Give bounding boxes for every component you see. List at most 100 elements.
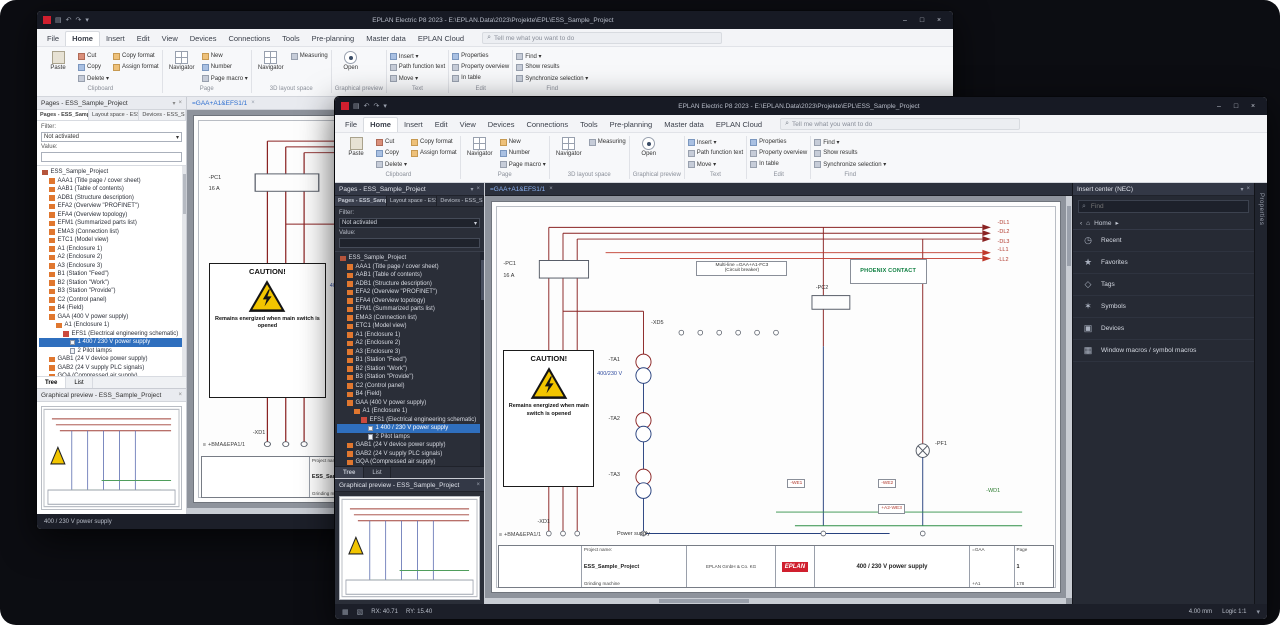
- tree-item[interactable]: GAA (400 V power supply): [337, 399, 484, 408]
- paste-button[interactable]: Paste: [340, 134, 372, 157]
- tree-item[interactable]: EMA3 (Connection list): [337, 314, 484, 323]
- find-button[interactable]: Find ▾: [814, 137, 886, 147]
- move-button[interactable]: Move ▾: [688, 159, 743, 169]
- ribbon-tab[interactable]: Connections: [222, 32, 276, 46]
- insert-center-item[interactable]: ◷ Recent: [1073, 230, 1254, 252]
- page-navigator-button[interactable]: Navigator: [464, 134, 496, 157]
- copy-button[interactable]: Copy: [376, 148, 407, 158]
- in-table-button[interactable]: In table: [750, 159, 807, 169]
- tree-item[interactable]: GQA (Compressed air supply): [337, 458, 484, 466]
- copy-format-button[interactable]: Copy format: [113, 51, 159, 61]
- canvas-horizontal-scrollbar[interactable]: [485, 598, 1066, 604]
- filter-value-input[interactable]: [339, 238, 480, 248]
- maximize-button[interactable]: □: [1228, 99, 1244, 113]
- number-button[interactable]: Number: [202, 62, 248, 72]
- close-panel-icon[interactable]: ×: [476, 482, 480, 488]
- close-tab-icon[interactable]: ×: [251, 100, 255, 106]
- ribbon-tab[interactable]: Home: [65, 31, 100, 46]
- document-tab[interactable]: =GAA+A1&EFS1/1 ×: [490, 186, 553, 193]
- tree-item[interactable]: 2 Pilot lamps: [337, 433, 484, 442]
- show-results-button[interactable]: Show results: [814, 148, 886, 158]
- tree-scrollbar[interactable]: [182, 166, 186, 376]
- tree-item[interactable]: EFA4 (Overview topology): [39, 211, 186, 220]
- number-button[interactable]: Number: [500, 148, 546, 158]
- redo-icon[interactable]: ↷: [374, 102, 380, 110]
- ribbon-tab[interactable]: View: [454, 118, 482, 132]
- ribbon-tab[interactable]: File: [41, 32, 65, 46]
- tree-item[interactable]: EFA2 (Overview "PROFINET"): [39, 202, 186, 211]
- view-tab[interactable]: List: [66, 377, 92, 388]
- ribbon-tab[interactable]: Insert: [398, 118, 429, 132]
- property-overview-button[interactable]: Property overview: [452, 62, 509, 72]
- close-tab-icon[interactable]: ×: [549, 186, 553, 192]
- synchronize-selection-button[interactable]: Synchronize selection ▾: [516, 73, 588, 83]
- tree-item[interactable]: A1 (Enclosure 1): [337, 407, 484, 416]
- tree-item[interactable]: AAA1 (Title page / cover sheet): [39, 177, 186, 186]
- minimize-button[interactable]: –: [1211, 99, 1227, 113]
- move-button[interactable]: Move ▾: [390, 73, 445, 83]
- properties-dock-tab[interactable]: Properties: [1258, 193, 1264, 225]
- tree-item[interactable]: ETC1 (Model view): [337, 322, 484, 331]
- measuring-button[interactable]: Measuring: [589, 137, 626, 147]
- tree-item[interactable]: EFA4 (Overview topology): [337, 297, 484, 306]
- pin-icon[interactable]: ▾: [1240, 186, 1243, 193]
- preview-thumbnail[interactable]: [339, 496, 480, 600]
- dock-tab[interactable]: Devices - ESS_Samp...: [139, 110, 186, 120]
- tree-item[interactable]: A1 (Enclosure 1): [39, 321, 186, 330]
- tree-item[interactable]: B4 (Field): [337, 390, 484, 399]
- dock-tab[interactable]: Layout space - ESS_Sa...: [89, 110, 139, 120]
- delete-button[interactable]: Delete ▾: [78, 73, 109, 83]
- properties-button[interactable]: Properties: [452, 51, 509, 61]
- ribbon-tab[interactable]: Edit: [429, 118, 454, 132]
- paste-button[interactable]: Paste: [42, 48, 74, 71]
- assign-format-button[interactable]: Assign format: [113, 62, 159, 72]
- open-preview-button[interactable]: Open: [633, 134, 665, 157]
- ribbon-tab[interactable]: Pre-planning: [306, 32, 361, 46]
- tree-item[interactable]: B3 (Station "Provide"): [337, 373, 484, 382]
- new-page-button[interactable]: New: [202, 51, 248, 61]
- schematic-sheet[interactable]: -DL1 -DL2 -DL3 -LL1 -LL2 -PC1 16 A -PC2 …: [491, 201, 1061, 593]
- insert-center-item[interactable]: ▦ Window macros / symbol macros: [1073, 340, 1254, 362]
- tree-item[interactable]: EFM1 (Summarized parts list): [337, 305, 484, 314]
- preview-thumbnail[interactable]: [41, 406, 182, 510]
- tree-scrollbar[interactable]: [480, 252, 484, 466]
- tree-item[interactable]: B1 (Station "Feed"): [337, 356, 484, 365]
- tree-item[interactable]: C2 (Control panel): [39, 296, 186, 305]
- grid-toggle-icon[interactable]: ▦: [342, 608, 349, 616]
- property-overview-button[interactable]: Property overview: [750, 148, 807, 158]
- tree-item[interactable]: EMA3 (Connection list): [39, 228, 186, 237]
- view-tab[interactable]: List: [364, 467, 390, 478]
- tree-item[interactable]: AAA1 (Title page / cover sheet): [337, 263, 484, 272]
- tellme-search[interactable]: ⌕ Tell me what you want to do: [482, 32, 722, 44]
- tree-item[interactable]: EFS1 (Electrical engineering schematic): [39, 330, 186, 339]
- page-macro-button[interactable]: Page macro ▾: [202, 73, 248, 83]
- insert-center-item[interactable]: ◇ Tags: [1073, 274, 1254, 296]
- tree-item[interactable]: A1 (Enclosure 1): [39, 245, 186, 254]
- close-panel-icon[interactable]: ×: [476, 186, 480, 192]
- insert-center-item[interactable]: ★ Favorites: [1073, 252, 1254, 274]
- dock-tab[interactable]: Pages - ESS_Sample_P...: [335, 196, 387, 206]
- pin-icon[interactable]: ▾: [470, 186, 473, 193]
- title-bar[interactable]: ▤ ↶ ↷ ▾ EPLAN Electric P8 2023 - E:\EPLA…: [335, 97, 1267, 115]
- insert-text-button[interactable]: Insert ▾: [688, 137, 743, 147]
- path-function-text-button[interactable]: Path function text: [688, 148, 743, 158]
- properties-button[interactable]: Properties: [750, 137, 807, 147]
- assign-format-button[interactable]: Assign format: [411, 148, 457, 158]
- document-tab[interactable]: =GAA+A1&EFS1/1 ×: [192, 100, 255, 107]
- ribbon-tab[interactable]: Home: [363, 117, 398, 132]
- ribbon-tab[interactable]: Edit: [131, 32, 156, 46]
- ribbon-tab[interactable]: Devices: [184, 32, 223, 46]
- chevron-down-icon[interactable]: ▾: [1256, 608, 1260, 616]
- maximize-button[interactable]: □: [914, 13, 930, 27]
- delete-button[interactable]: Delete ▾: [376, 159, 407, 169]
- filter-select[interactable]: Not activated ▾: [41, 132, 182, 142]
- tree-item[interactable]: EFA2 (Overview "PROFINET"): [337, 288, 484, 297]
- ribbon-tab[interactable]: Master data: [658, 118, 710, 132]
- insert-center-search-input[interactable]: [1089, 202, 1245, 211]
- snap-toggle-icon[interactable]: ▧: [357, 608, 364, 616]
- ribbon-tab[interactable]: File: [339, 118, 363, 132]
- home-icon[interactable]: ⌂: [1086, 220, 1090, 227]
- tree-item[interactable]: 2 Pilot lamps: [39, 347, 186, 356]
- tree-item[interactable]: GQA (Compressed air supply): [39, 372, 186, 376]
- canvas-vertical-scrollbar[interactable]: [1066, 196, 1072, 598]
